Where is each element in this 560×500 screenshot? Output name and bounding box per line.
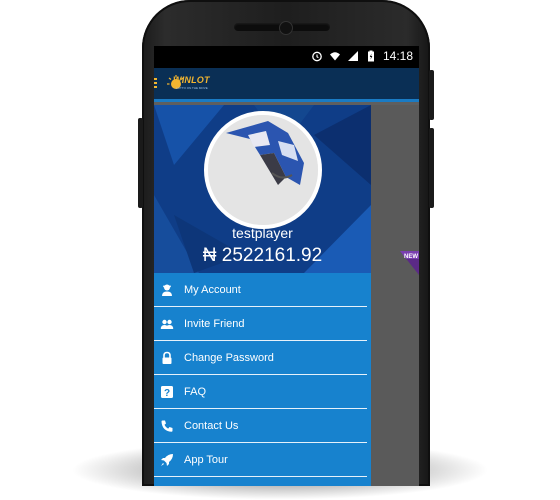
menu-item-faq[interactable]: ? FAQ (154, 375, 367, 409)
menu-item-my-account[interactable]: My Account (154, 273, 367, 307)
menu-item-label: FAQ (184, 385, 207, 398)
people-icon (160, 319, 174, 329)
phone-side-button-left (138, 118, 143, 208)
phone-side-button-right (429, 70, 434, 120)
battery-icon (367, 50, 374, 62)
menu-item-app-tour[interactable]: App Tour (154, 443, 367, 477)
status-bar: 14:18 (154, 46, 419, 68)
logo-text: WINLOT (173, 75, 210, 85)
signal-icon (347, 51, 358, 61)
user-icon (162, 284, 172, 296)
menu-item-label: My Account (184, 283, 241, 296)
logo-subtitle: LOTTO ON THE MOVE (176, 86, 208, 90)
menu-item-invite-friend[interactable]: Invite Friend (154, 307, 367, 341)
menu-item-label: Contact Us (184, 419, 239, 432)
rocket-icon (161, 453, 173, 466)
app-bar: WINLOT LOTTO ON THE MOVE (154, 68, 419, 102)
phone-camera (279, 21, 293, 35)
phone-screen: 14:18 WINLOT LOTTO ON THE MOVE NEW testp… (154, 46, 419, 486)
new-badge-text: NEW (404, 254, 418, 260)
app-bar-accent-line (154, 99, 419, 102)
menu-item-label: Invite Friend (184, 317, 245, 330)
status-time: 14:18 (382, 49, 413, 63)
phone-icon (161, 420, 173, 432)
alarm-icon (312, 51, 322, 62)
profile-photo-icon (208, 115, 318, 225)
menu-item-label: Change Password (184, 351, 274, 364)
question-icon: ? (161, 385, 173, 399)
lock-icon (162, 351, 172, 364)
menu-item-contact-us[interactable]: Contact Us (154, 409, 367, 443)
menu-item-label: App Tour (184, 453, 228, 466)
svg-text:?: ? (164, 388, 170, 399)
dimmed-main-content[interactable]: NEW (371, 105, 419, 486)
wifi-icon (329, 52, 340, 61)
new-badge-icon: NEW (400, 251, 419, 275)
profile-balance: ₦ 2522161.92 (202, 245, 323, 266)
menu-item-change-password[interactable]: Change Password (154, 341, 367, 375)
menu-icon[interactable] (154, 78, 157, 90)
profile-header: testplayer ₦ 2522161.92 (154, 105, 371, 273)
phone-volume-button (429, 128, 434, 208)
drawer-menu: My Account Invite Friend Change Password (154, 273, 371, 477)
profile-username: testplayer (232, 225, 293, 241)
profile-avatar[interactable] (204, 111, 322, 229)
navigation-drawer: testplayer ₦ 2522161.92 My Account Invit… (154, 105, 371, 486)
